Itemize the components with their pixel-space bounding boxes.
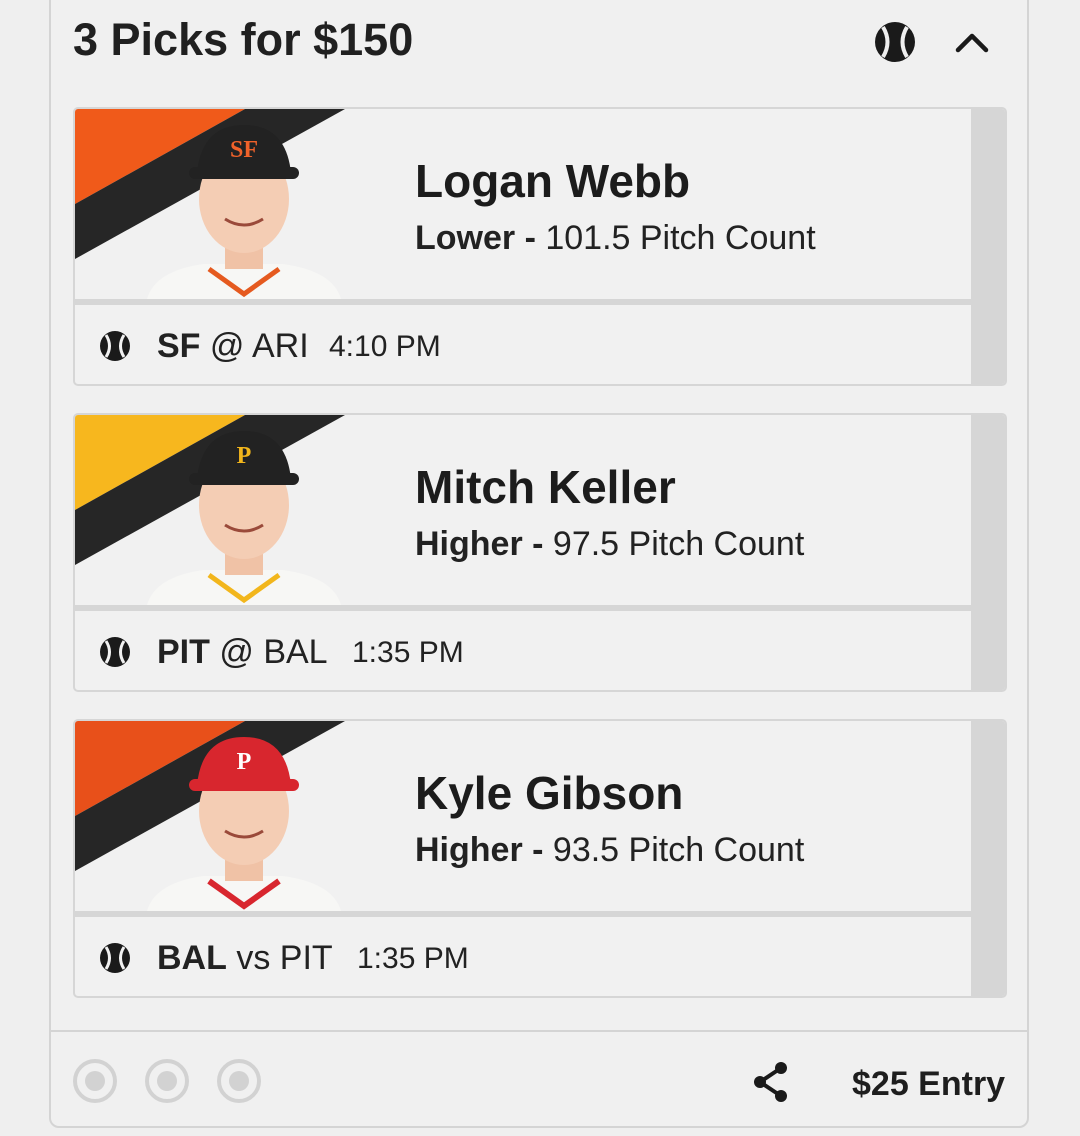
game-time: 1:35 PM: [357, 942, 469, 975]
card-rail: [971, 721, 1005, 996]
matchup-separator: @: [209, 327, 245, 365]
pick-status-dot: [145, 1059, 189, 1103]
baseball-icon: [100, 331, 130, 361]
baseball-icon: [100, 637, 130, 667]
player-headshot: SF: [147, 125, 341, 299]
card-rail: [971, 109, 1005, 384]
player-name: Mitch Keller: [415, 461, 676, 513]
game-time: 4:10 PM: [329, 330, 441, 363]
team-abbr: PIT: [157, 633, 210, 671]
pick-card-header: P Mitch Keller Higher - 97.5 Pitch Count: [75, 415, 971, 605]
game-info: PIT @ BAL 1:35 PM: [75, 611, 971, 690]
chevron-up-icon[interactable]: [954, 24, 990, 60]
pick-projection: Lower - 101.5 Pitch Count: [415, 219, 816, 257]
game-info: BAL vs PIT 1:35 PM: [75, 917, 971, 996]
pick-direction: Higher: [415, 525, 523, 563]
svg-text:SF: SF: [230, 137, 258, 163]
pick-line-value: 101.5 Pitch Count: [545, 219, 816, 257]
pick-line-value: 93.5 Pitch Count: [552, 831, 805, 869]
share-icon[interactable]: [750, 1060, 792, 1104]
pick-card[interactable]: P Mitch Keller Higher - 97.5 Pitch Count…: [73, 413, 1007, 692]
opponent-abbr: ARI: [252, 327, 309, 365]
pick-card[interactable]: SF Logan Webb Lower - 101.5 Pitch Count …: [73, 107, 1007, 386]
team-abbr: BAL: [157, 939, 227, 977]
pick-card[interactable]: P Kyle Gibson Higher - 93.5 Pitch Count …: [73, 719, 1007, 998]
player-headshot: P: [147, 737, 341, 911]
baseball-icon: [875, 22, 915, 62]
opponent-abbr: PIT: [279, 939, 333, 977]
player-name: Logan Webb: [415, 155, 691, 207]
matchup: SF @ ARI: [157, 323, 309, 369]
entry-amount[interactable]: $25 Entry: [852, 1062, 1005, 1106]
svg-text:P: P: [237, 443, 252, 469]
matchup-separator: vs: [236, 939, 271, 977]
pick-projection: Higher - 97.5 Pitch Count: [415, 525, 805, 563]
pick-card-header: SF Logan Webb Lower - 101.5 Pitch Count: [75, 109, 971, 299]
lineup-title: 3 Picks for $150: [73, 14, 414, 65]
matchup: PIT @ BAL: [157, 629, 328, 675]
pick-status-dot: [217, 1059, 261, 1103]
card-rail: [971, 415, 1005, 690]
lineup-header[interactable]: 3 Picks for $150: [73, 10, 1008, 72]
game-time: 1:35 PM: [352, 636, 464, 669]
pick-status-dot: [73, 1059, 117, 1103]
game-info: SF @ ARI 4:10 PM: [75, 305, 971, 384]
matchup: BAL vs PIT: [157, 935, 333, 981]
pick-direction: Lower: [415, 219, 516, 257]
team-abbr: SF: [157, 327, 201, 365]
opponent-abbr: BAL: [263, 633, 328, 671]
baseball-icon: [100, 943, 130, 973]
pick-direction: Higher: [415, 831, 523, 869]
footer-divider: [51, 1030, 1027, 1032]
pick-line-value: 97.5 Pitch Count: [552, 525, 805, 563]
player-headshot: P: [147, 431, 341, 605]
pick-projection: Higher - 93.5 Pitch Count: [415, 831, 805, 869]
pick-card-header: P Kyle Gibson Higher - 93.5 Pitch Count: [75, 721, 971, 911]
matchup-separator: @: [219, 633, 254, 671]
player-name: Kyle Gibson: [415, 767, 684, 819]
svg-text:P: P: [237, 749, 252, 775]
